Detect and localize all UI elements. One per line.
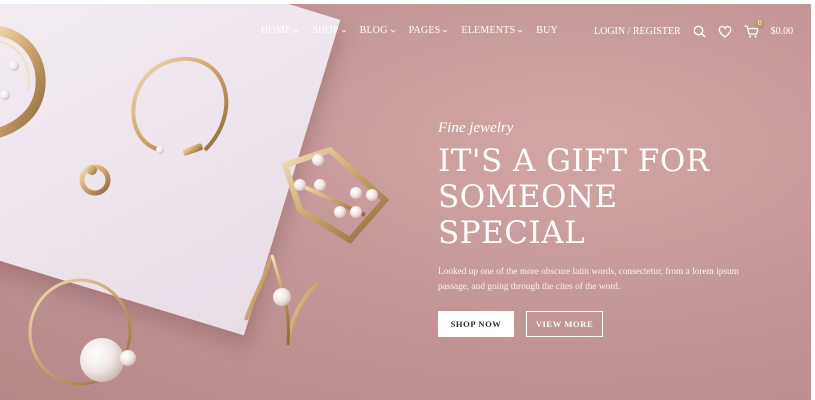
- hero-title-line-1: IT'S A GIFT FOR: [438, 143, 710, 179]
- chevron-down-icon: [443, 29, 448, 33]
- search-icon[interactable]: [693, 25, 706, 38]
- nav-item-shop[interactable]: SHOP: [312, 25, 346, 36]
- view-more-button[interactable]: VIEW MORE: [526, 311, 603, 337]
- right-border: [811, 0, 815, 400]
- chevron-down-icon: [390, 29, 395, 33]
- heart-icon[interactable]: [718, 25, 732, 38]
- top-border: [0, 0, 815, 4]
- nav-item-elements[interactable]: ELEMENTS: [461, 25, 523, 36]
- nav-item-label: ELEMENTS: [461, 25, 516, 36]
- nav-item-buy[interactable]: BUY: [536, 25, 558, 36]
- cart-count-badge: 0: [754, 19, 765, 29]
- nav-item-pages[interactable]: PAGES: [409, 25, 449, 36]
- nav-item-blog[interactable]: BLOG: [360, 25, 396, 36]
- login-register-link[interactable]: LOGIN / REGISTER: [594, 26, 681, 37]
- hero-description: Looked up one of the more obscure latin …: [438, 267, 739, 292]
- nav-item-label: PAGES: [408, 25, 441, 36]
- hero-content: Fine jewelry IT'S A GIFT FOR SOMEONE SPE…: [438, 120, 768, 337]
- hero-buttons: SHOP NOW VIEW MORE: [438, 311, 768, 337]
- nav-menu: HOME SHOP BLOG PAGES ELEMENTS BUY: [261, 25, 558, 36]
- chevron-down-icon: [293, 29, 299, 33]
- header-actions: LOGIN / REGISTER 0 $0.00: [594, 19, 794, 38]
- hero-title-line-2: SOMEONE SPECIAL: [438, 179, 618, 251]
- nav-item-label: BLOG: [359, 25, 388, 36]
- main-navigation: HOME SHOP BLOG PAGES ELEMENTS BUY LOGIN …: [0, 19, 811, 41]
- nav-item-label: BUY: [536, 25, 558, 36]
- shop-now-button[interactable]: SHOP NOW: [438, 311, 514, 337]
- hero-slide: HOME SHOP BLOG PAGES ELEMENTS BUY LOGIN …: [0, 0, 815, 400]
- hero-title: IT'S A GIFT FOR SOMEONE SPECIAL: [438, 143, 768, 251]
- jewelry-image: [0, 25, 390, 386]
- cart-button[interactable]: 0: [744, 19, 765, 38]
- nav-item-label: SHOP: [312, 25, 339, 36]
- chevron-down-icon: [517, 29, 523, 33]
- cuff-bracelet-top-left: [0, 25, 46, 138]
- crossover-ring: [244, 254, 320, 346]
- pearl-cuff: [281, 146, 390, 244]
- chevron-down-icon: [341, 29, 346, 33]
- small-ring: [79, 164, 111, 196]
- nav-item-label: HOME: [261, 25, 292, 36]
- pearl-bangle-bottom: [28, 278, 136, 386]
- open-bangle: [131, 56, 229, 156]
- cart-total[interactable]: $0.00: [771, 26, 794, 37]
- nav-item-home[interactable]: HOME: [261, 25, 299, 36]
- hero-subtitle: Fine jewelry: [438, 120, 514, 136]
